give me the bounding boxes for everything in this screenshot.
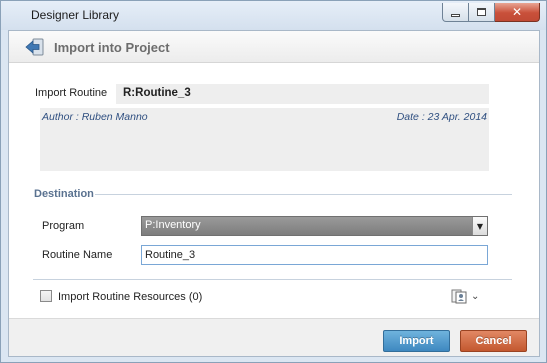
import-resources-label[interactable]: Import Routine Resources (0) <box>58 291 202 303</box>
routine-name-label: Routine Name <box>42 249 113 261</box>
window-title: Designer Library <box>31 8 120 22</box>
dialog-footer: Import Cancel <box>9 318 539 356</box>
import-resources-checkbox[interactable] <box>40 290 52 302</box>
minimize-button[interactable] <box>442 3 469 22</box>
import-arrow-icon <box>25 38 44 56</box>
close-button[interactable]: ✕ <box>495 3 540 22</box>
chevron-down-icon: ⌄ <box>471 290 480 302</box>
program-select-value: P:Inventory <box>145 219 201 231</box>
program-label: Program <box>42 220 85 232</box>
minimize-icon <box>451 13 460 17</box>
close-icon: ✕ <box>511 5 523 19</box>
section-divider <box>95 194 512 195</box>
window-controls: ✕ <box>442 3 540 22</box>
routine-name-input[interactable] <box>141 245 488 265</box>
routine-date: Date : 23 Apr. 2014 <box>396 111 487 123</box>
dialog-heading: Import into Project <box>54 40 170 55</box>
dialog-content: Import into Project Import Routine R:Rou… <box>8 30 540 357</box>
routine-name-value: R:Routine_3 <box>123 87 191 99</box>
title-bar[interactable]: Designer Library ✕ <box>1 1 546 30</box>
routine-author: Author : Ruben Manno <box>42 111 148 123</box>
resources-icon <box>451 289 467 304</box>
resources-menu-button[interactable]: ⌄ <box>451 287 485 305</box>
dialog-header: Import into Project <box>9 31 539 63</box>
import-button[interactable]: Import <box>383 330 450 352</box>
maximize-icon <box>477 8 486 16</box>
destination-section-title: Destination <box>34 188 94 200</box>
dropdown-arrow-icon[interactable]: ▼ <box>472 217 487 235</box>
maximize-button[interactable] <box>469 3 495 22</box>
import-routine-label: Import Routine <box>35 87 108 99</box>
dialog-window: Designer Library ✕ Import into Project I… <box>0 0 547 363</box>
routine-name-display: R:Routine_3 <box>116 84 489 104</box>
program-select[interactable]: P:Inventory ▼ <box>141 216 488 236</box>
cancel-button[interactable]: Cancel <box>460 330 527 352</box>
footer-divider <box>33 279 512 280</box>
routine-description-box: Author : Ruben Manno Date : 23 Apr. 2014 <box>40 108 489 171</box>
